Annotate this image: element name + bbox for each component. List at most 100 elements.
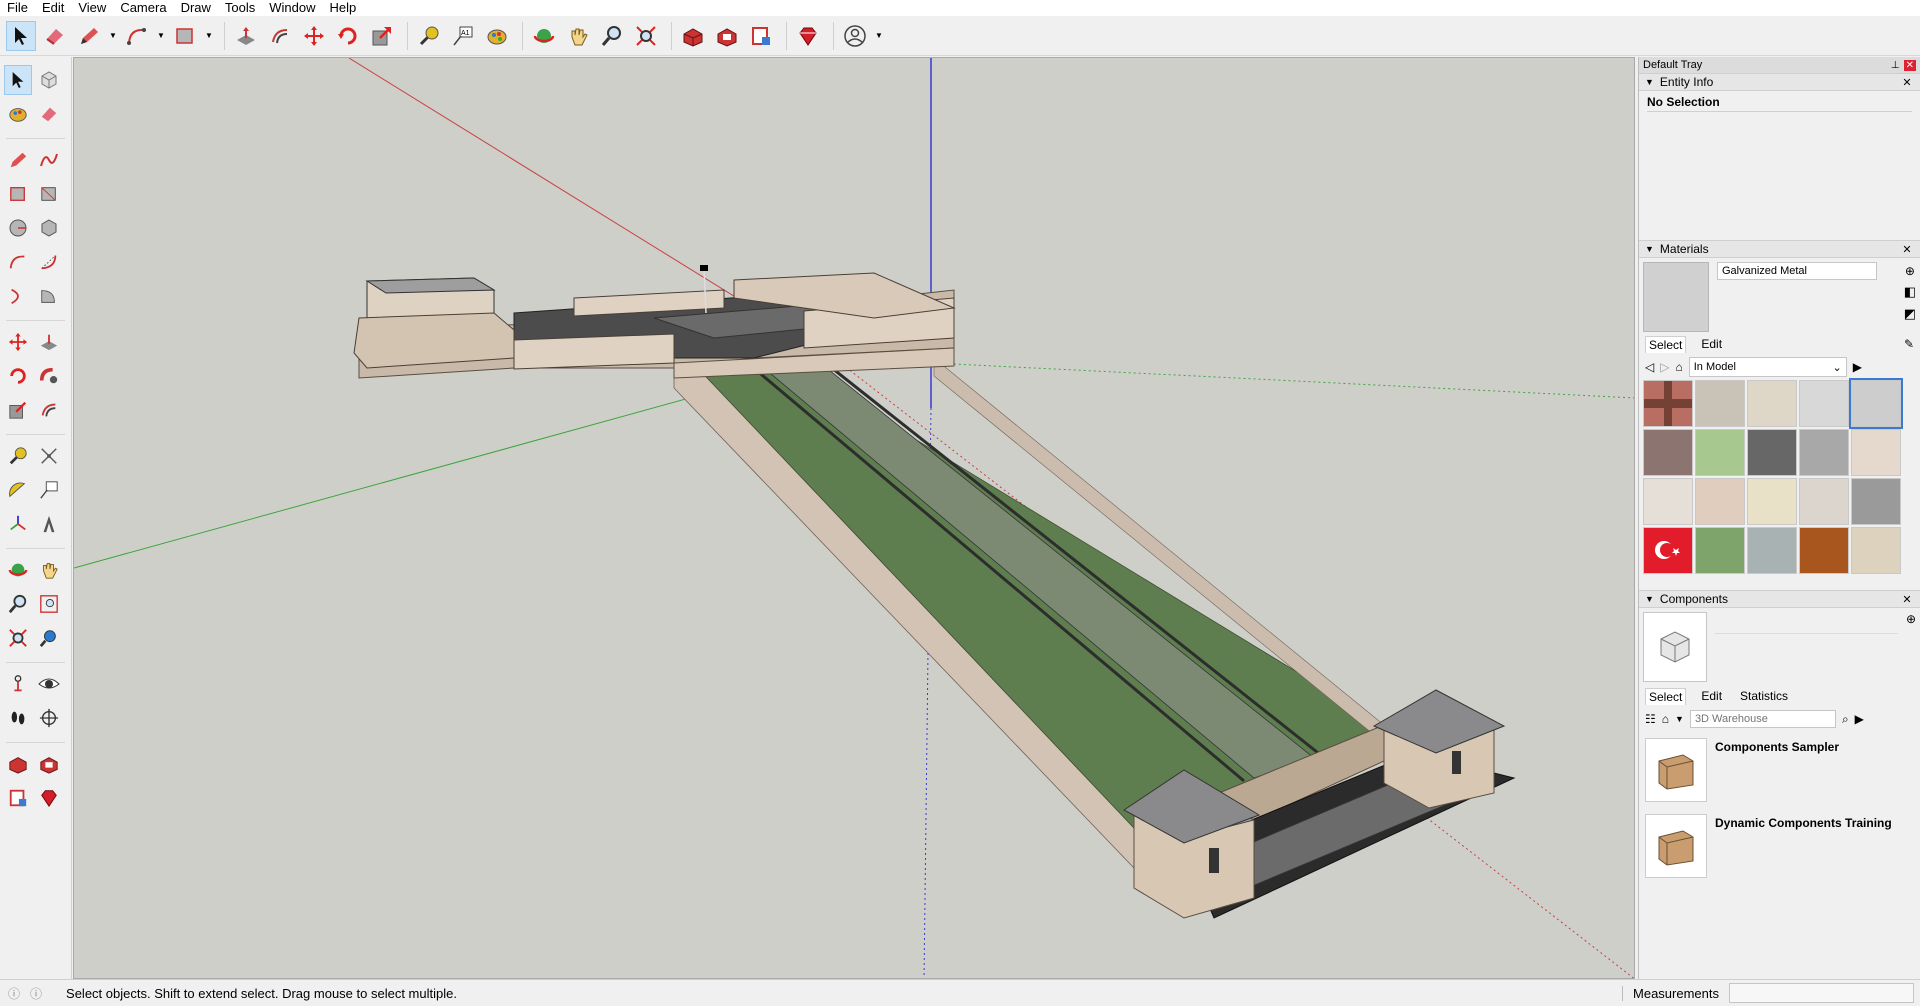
previous-view-tool[interactable] [36, 623, 64, 653]
select-button[interactable] [4, 65, 32, 95]
geo-location-icon[interactable]: ⓘ [8, 985, 20, 1002]
section-plane-tool[interactable] [36, 703, 64, 733]
warehouse-tool[interactable] [4, 749, 32, 779]
material-paint-icon[interactable]: ◧ [1904, 284, 1916, 300]
orbit-button[interactable] [529, 21, 559, 51]
tab-select[interactable]: Select [1645, 687, 1687, 705]
rectangle-tool[interactable] [4, 179, 32, 209]
zoom-button[interactable] [597, 21, 627, 51]
move-tool[interactable] [4, 327, 32, 357]
component-item[interactable]: Components Sampler [1645, 738, 1914, 810]
position-camera-tool[interactable] [4, 669, 32, 699]
arc-dropdown[interactable]: ▼ [156, 21, 166, 51]
material-swatch-decorative-tile[interactable] [1695, 380, 1745, 427]
warehouse-button[interactable] [678, 21, 708, 51]
protractor-tool[interactable] [4, 475, 32, 505]
material-swatch-pale-stone[interactable] [1643, 478, 1693, 525]
home-icon[interactable]: ⌂ [1675, 360, 1682, 374]
dimension-tool[interactable] [36, 441, 64, 471]
select-tool-button[interactable] [6, 20, 36, 51]
circle-tool[interactable] [4, 213, 32, 243]
line-tool[interactable] [4, 145, 32, 175]
menu-tools[interactable]: Tools [218, 0, 262, 16]
arc-tool-button[interactable] [122, 21, 152, 51]
push-pull-button[interactable] [231, 21, 261, 51]
menu-draw[interactable]: Draw [174, 0, 218, 16]
material-swatch-brick-pattern-red[interactable] [1643, 380, 1693, 427]
line-dropdown[interactable]: ▼ [108, 21, 118, 51]
material-swatch-light-gray-stripe[interactable] [1799, 380, 1849, 427]
menu-camera[interactable]: Camera [113, 0, 173, 16]
text-tool-button[interactable]: A1 [448, 21, 478, 51]
tape-measure-button[interactable] [414, 21, 444, 51]
entity-info-header[interactable]: ▼ Entity Info ✕ [1639, 73, 1920, 91]
menu-edit[interactable]: Edit [35, 0, 71, 16]
layout-tool[interactable] [4, 783, 32, 813]
close-icon[interactable]: ✕ [1900, 76, 1914, 89]
tab-edit[interactable]: Edit [1698, 336, 1725, 353]
follow-me-tool[interactable] [36, 361, 64, 391]
component-preview[interactable] [1643, 612, 1707, 682]
create-material-icon[interactable]: ⊕ [1905, 264, 1915, 278]
material-swatch-sand-pillar[interactable] [1695, 478, 1745, 525]
ruby-console-tool[interactable] [36, 783, 64, 813]
materials-header[interactable]: ▼ Materials ✕ [1639, 240, 1920, 258]
walk-tool[interactable] [4, 703, 32, 733]
extension-manager-button[interactable] [793, 21, 823, 51]
paint-bucket-tool[interactable] [4, 99, 32, 129]
close-icon[interactable]: ✕ [1900, 243, 1914, 256]
material-swatch-galvanized-metal[interactable] [1849, 378, 1903, 429]
shape-dropdown[interactable]: ▼ [204, 21, 214, 51]
eraser-button[interactable] [40, 21, 70, 51]
move-button[interactable] [299, 21, 329, 51]
material-swatch-granite-gray[interactable] [1851, 478, 1901, 525]
material-swatch-cream-stone[interactable] [1851, 429, 1901, 476]
material-swatch-cream-block[interactable] [1747, 478, 1797, 525]
default-material-icon[interactable]: ◩ [1904, 306, 1916, 322]
rectangle-tool-button[interactable] [170, 21, 200, 51]
line-tool-button[interactable] [74, 21, 104, 51]
extension-warehouse-tool[interactable] [36, 749, 64, 779]
material-swatch-camouflage-green[interactable] [1695, 527, 1745, 574]
back-arrow-icon[interactable]: ◁ [1645, 360, 1654, 374]
rotate-tool[interactable] [4, 361, 32, 391]
text-tool[interactable] [36, 475, 64, 505]
zoom-window-tool[interactable] [36, 589, 64, 619]
details-arrow-icon[interactable]: ▶ [1853, 360, 1862, 374]
material-swatch-glass-blue-gray[interactable] [1747, 527, 1797, 574]
close-icon[interactable]: ✕ [1900, 593, 1914, 606]
tab-select[interactable]: Select [1645, 335, 1687, 353]
account-button[interactable] [840, 21, 870, 51]
material-swatch-marble-light[interactable] [1799, 478, 1849, 525]
push-pull-tool[interactable] [36, 327, 64, 357]
zoom-extents-button[interactable] [631, 21, 661, 51]
material-swatch-concrete-gray[interactable] [1799, 429, 1849, 476]
polygon-tool[interactable] [36, 213, 64, 243]
menu-file[interactable]: File [0, 0, 35, 16]
measurements-field[interactable] [1729, 983, 1914, 1003]
tab-edit[interactable]: Edit [1698, 688, 1725, 704]
paint-bucket-button[interactable] [482, 21, 512, 51]
chevron-down-icon[interactable]: ▼ [1675, 714, 1684, 724]
menu-help[interactable]: Help [323, 0, 364, 16]
scale-tool[interactable] [4, 395, 32, 425]
material-swatch-light-wood[interactable] [1851, 527, 1901, 574]
material-swatch-wood-brown[interactable] [1799, 527, 1849, 574]
forward-arrow-icon[interactable]: ▷ [1660, 360, 1669, 374]
current-material-preview[interactable] [1643, 262, 1709, 332]
offset-tool[interactable] [36, 395, 64, 425]
eraser-tool[interactable] [36, 99, 64, 129]
account-dropdown[interactable]: ▼ [874, 21, 884, 51]
close-tray-icon[interactable]: ✕ [1903, 59, 1916, 71]
material-swatch-turkish-flag[interactable] [1643, 527, 1693, 574]
offset-button[interactable] [265, 21, 295, 51]
material-swatch-dark-gray[interactable] [1747, 429, 1797, 476]
zoom-extents-tool[interactable] [4, 623, 32, 653]
three-point-arc-tool[interactable] [4, 281, 32, 311]
home-icon[interactable]: ⌂ [1662, 712, 1669, 726]
pie-tool[interactable] [36, 281, 64, 311]
model-viewport[interactable] [73, 57, 1635, 979]
details-arrow-icon[interactable]: ▶ [1855, 712, 1864, 726]
warehouse-search-input[interactable] [1689, 710, 1836, 728]
collection-select[interactable]: In Model ⌄ [1688, 357, 1847, 377]
